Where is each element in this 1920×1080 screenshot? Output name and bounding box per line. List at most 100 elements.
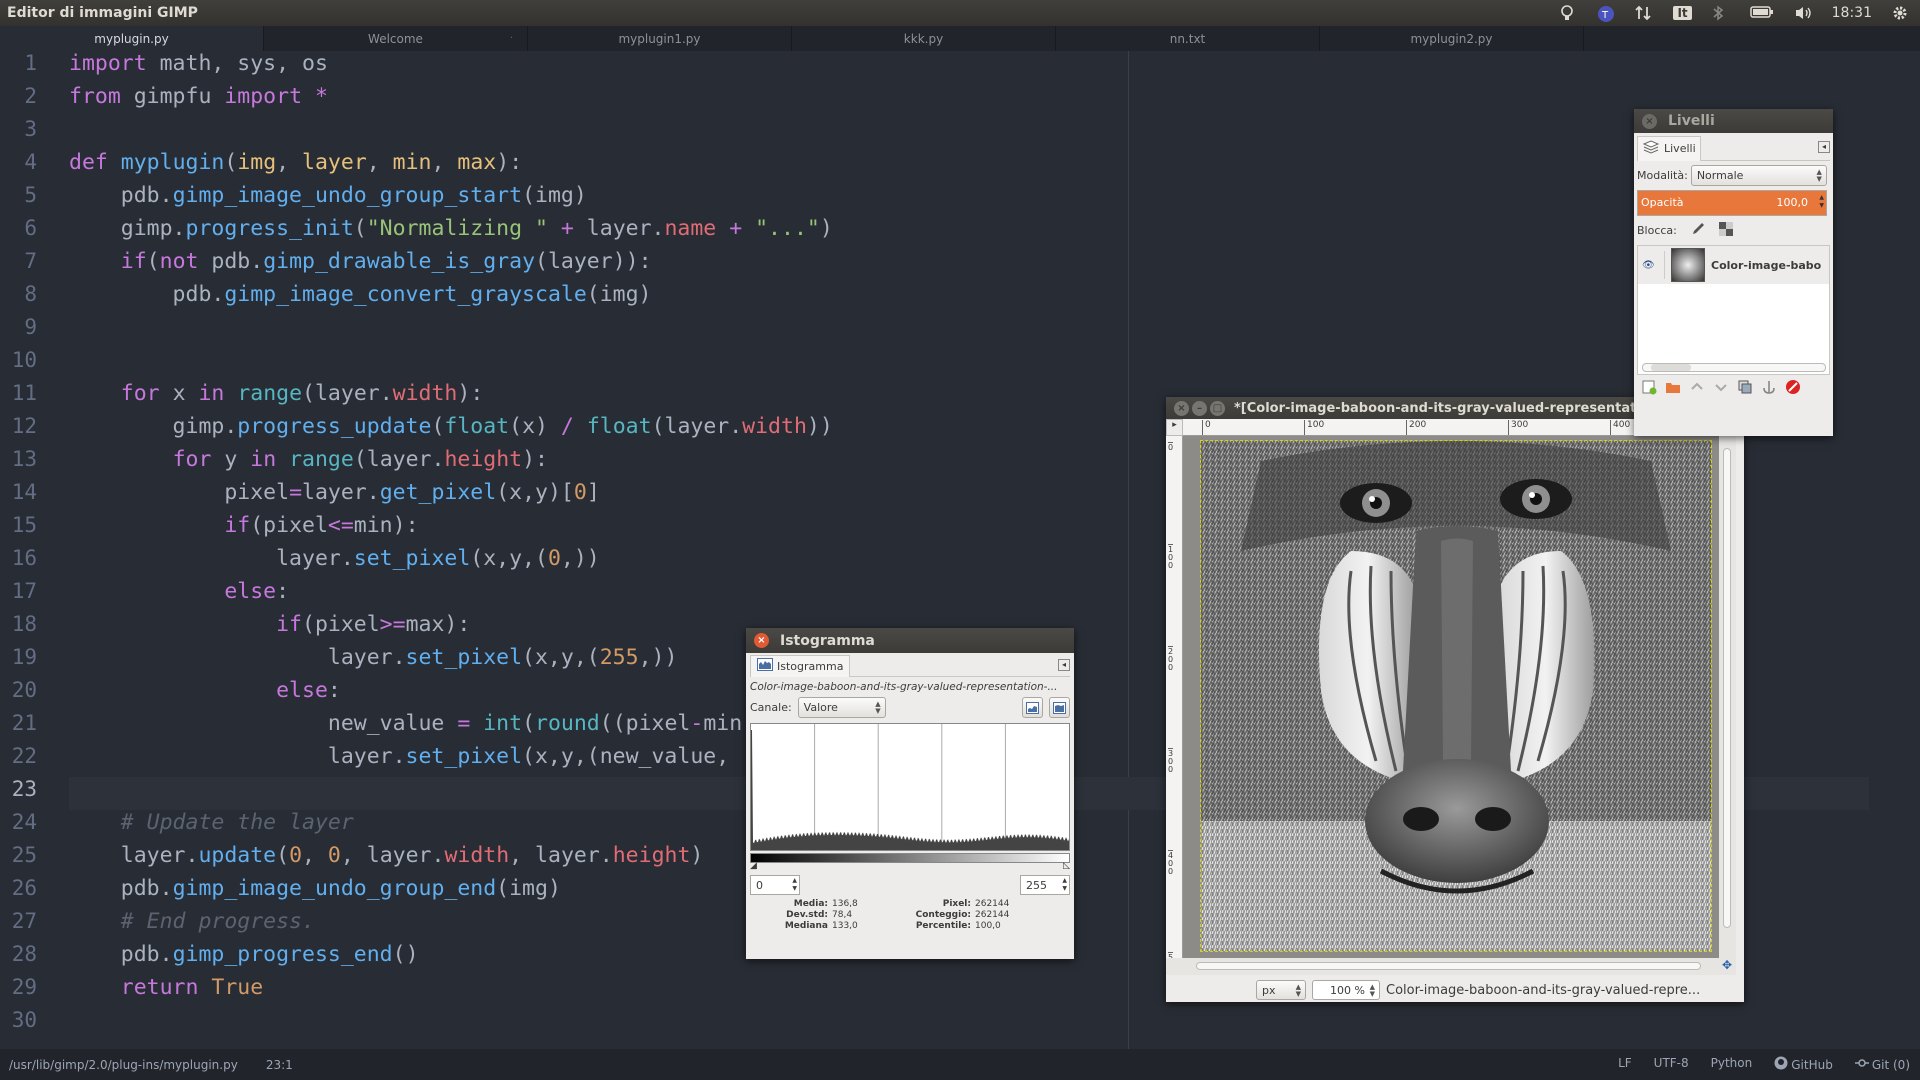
tab-menu-icon[interactable]: ◂ <box>1058 658 1070 671</box>
quick-mask-menu-icon[interactable]: ▸ <box>1166 419 1183 436</box>
unit-select[interactable]: px ▲ ▼ <box>1256 980 1306 1000</box>
close-icon[interactable]: × <box>1174 400 1189 416</box>
line-number: 14 <box>11 480 37 504</box>
range-max-input[interactable]: 255 ▲ ▼ <box>1020 875 1070 895</box>
ruler-label: 3 0 0 <box>1168 748 1174 774</box>
opacity-slider[interactable]: Opacità 100,0 ▲ ▼ <box>1637 190 1827 216</box>
github-button[interactable]: GitHub <box>1774 1056 1833 1073</box>
range-markers[interactable]: ◢ ◺ <box>750 861 1070 875</box>
gear-icon[interactable] <box>1892 5 1910 21</box>
eye-icon[interactable]: 👁 <box>1642 260 1658 271</box>
keyboard-layout-indicator[interactable]: It <box>1673 6 1692 20</box>
tab-myplugin1[interactable]: myplugin1.py <box>528 26 792 51</box>
clock[interactable]: 18:31 <box>1832 5 1872 21</box>
zoom-select[interactable]: 100 % ▲ ▼ <box>1312 980 1380 1000</box>
tab-label: Welcome <box>368 31 423 46</box>
mode-select[interactable]: Normale ▲ ▼ <box>1690 165 1827 186</box>
histogram-graph[interactable] <box>750 723 1070 851</box>
spin-arrows-icon[interactable]: ▲ ▼ <box>1062 877 1067 893</box>
stat-label: Conteggio: <box>915 910 971 920</box>
chevron-updown-icon: ▲ ▼ <box>1369 983 1375 998</box>
lightbulb-icon[interactable] <box>1559 5 1577 21</box>
raise-layer-icon[interactable] <box>1689 379 1705 398</box>
spin-arrows-icon[interactable]: ▲ ▼ <box>1819 194 1824 210</box>
maximize-icon[interactable]: □ <box>1210 400 1225 416</box>
tab-label: Livelli <box>1664 142 1696 155</box>
grammar[interactable]: Python <box>1711 1056 1753 1073</box>
duplicate-layer-icon[interactable] <box>1737 379 1753 398</box>
line-number: 29 <box>11 975 37 999</box>
vertical-scrollbar[interactable] <box>1719 436 1736 958</box>
range-min-input[interactable]: 0 ▲ ▼ <box>750 875 800 895</box>
anchor-layer-icon[interactable] <box>1761 379 1777 398</box>
tab-layers[interactable]: Livelli <box>1637 135 1701 161</box>
horizontal-scrollbar[interactable]: ✥ <box>1166 958 1736 975</box>
tab-nn[interactable]: nn.txt <box>1056 26 1320 51</box>
vertical-ruler[interactable]: 01 0 02 0 03 0 04 0 05 <box>1166 436 1183 962</box>
git-button[interactable]: Git (0) <box>1854 1056 1910 1073</box>
scroll-thumb[interactable] <box>1196 962 1701 970</box>
line-number: 11 <box>11 381 37 405</box>
ruler-label: 300 <box>1508 420 1528 435</box>
tab-label: nn.txt <box>1169 31 1206 46</box>
battery-icon[interactable] <box>1749 5 1774 21</box>
system-tray: T It 18:31 <box>1559 5 1920 22</box>
log-histogram-button[interactable] <box>1049 697 1070 718</box>
stat-label: Pixel: <box>942 899 971 909</box>
close-icon[interactable]: × <box>754 633 769 648</box>
close-icon[interactable]: · <box>510 33 513 44</box>
teams-icon[interactable]: T <box>1597 5 1615 22</box>
lock-pixels-brush-icon[interactable] <box>1691 222 1705 239</box>
layer-row[interactable]: 👁 Color-image-babo <box>1638 246 1829 284</box>
canvas-area[interactable] <box>1183 436 1719 958</box>
chain-toggle[interactable] <box>1664 251 1665 279</box>
lower-layer-icon[interactable] <box>1713 379 1729 398</box>
layers-icon <box>1642 139 1660 158</box>
histogram-title: Istogramma <box>780 632 875 649</box>
range-max-marker[interactable]: ◺ <box>1063 861 1070 871</box>
navigate-icon[interactable]: ✥ <box>1722 958 1732 972</box>
volume-icon[interactable] <box>1794 5 1812 21</box>
histogram-image-name[interactable]: Color-image-baboon-and-its-gray-valued-r… <box>750 681 1070 693</box>
tab-welcome[interactable]: Welcome · <box>264 26 528 51</box>
new-group-icon[interactable] <box>1665 379 1681 398</box>
horizontal-scrollbar[interactable] <box>1642 363 1826 372</box>
lock-alpha-checker-icon[interactable] <box>1718 222 1733 239</box>
scroll-thumb[interactable] <box>1723 448 1731 928</box>
spin-arrows-icon[interactable]: ▲ ▼ <box>792 877 797 893</box>
scroll-thumb[interactable] <box>1651 364 1691 371</box>
tab-kkk[interactable]: kkk.py <box>792 26 1056 51</box>
cursor-position[interactable]: 23:1 <box>266 1058 293 1072</box>
range-min-marker[interactable]: ◢ <box>750 861 757 871</box>
tab-myplugin2[interactable]: myplugin2.py <box>1320 26 1584 51</box>
baboon-image[interactable] <box>1200 440 1712 952</box>
file-path[interactable]: /usr/lib/gimp/2.0/plug-ins/myplugin.py <box>9 1058 238 1072</box>
tab-menu-icon[interactable]: ◂ <box>1818 140 1830 153</box>
channel-select[interactable]: Valore ▲ ▼ <box>797 697 886 718</box>
ruler-label: 1 0 0 <box>1168 544 1174 570</box>
line-ending[interactable]: LF <box>1618 1056 1632 1073</box>
tab-myplugin[interactable]: myplugin.py <box>0 26 264 51</box>
encoding[interactable]: UTF-8 <box>1654 1056 1689 1073</box>
close-icon[interactable]: × <box>1642 113 1657 129</box>
histogram-curve <box>751 730 1069 850</box>
network-icon[interactable] <box>1635 5 1653 21</box>
histogram-titlebar[interactable]: × Istogramma <box>746 628 1074 653</box>
tab-label: myplugin2.py <box>1410 31 1493 46</box>
new-layer-icon[interactable] <box>1641 379 1657 398</box>
layers-titlebar[interactable]: × Livelli <box>1634 109 1833 133</box>
minimize-icon[interactable]: – <box>1192 400 1207 416</box>
tab-label: Istogramma <box>777 659 844 673</box>
layers-list[interactable]: 👁 Color-image-babo <box>1637 245 1830 375</box>
top-panel: Editor di immagini GIMP T It 18:31 <box>0 0 1920 26</box>
delete-layer-icon[interactable] <box>1785 379 1801 398</box>
linear-histogram-button[interactable] <box>1022 697 1043 718</box>
tab-histogram[interactable]: Istogramma <box>750 654 851 677</box>
layers-title: Livelli <box>1668 113 1715 129</box>
layer-name[interactable]: Color-image-babo <box>1711 259 1821 272</box>
bluetooth-icon[interactable] <box>1712 5 1730 21</box>
stat-value: 133,0 <box>832 921 858 931</box>
layers-dialog: × Livelli Livelli ◂ Modalità: Normale ▲ ▼ … <box>1634 109 1833 436</box>
